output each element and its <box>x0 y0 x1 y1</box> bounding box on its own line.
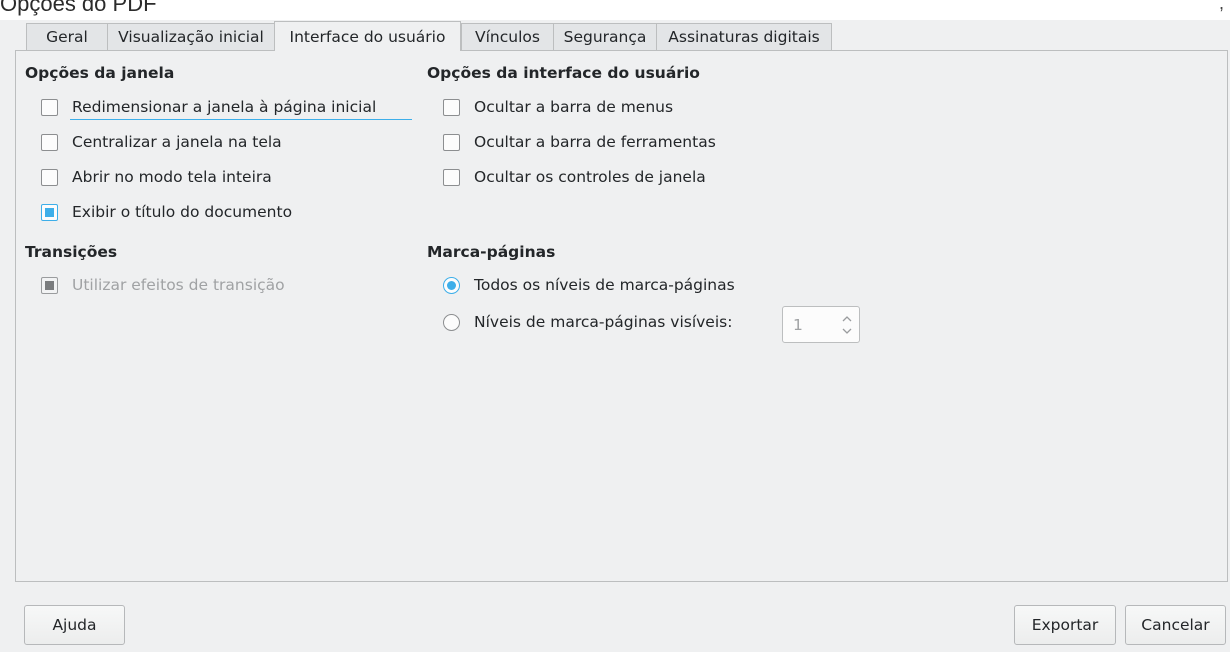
visible-bookmark-levels-label: Níveis de marca-páginas visíveis: <box>474 313 733 331</box>
transitions-title: Transições <box>25 243 118 261</box>
resize-window-label: Redimensionar a janela à página inicial <box>72 98 377 116</box>
tab-geral[interactable]: Geral <box>26 23 107 50</box>
bookmark-levels-spinbox: 1 <box>782 306 860 343</box>
center-window-label: Centralizar a janela na tela <box>72 133 282 151</box>
title-bar: Opções do PDF , <box>0 0 1230 20</box>
focus-indicator <box>70 119 412 120</box>
tab-visualizacao-inicial[interactable]: Visualização inicial <box>107 23 274 50</box>
all-bookmark-levels-option[interactable]: Todos os níveis de marca-páginas <box>443 273 735 297</box>
checkbox[interactable] <box>443 133 460 151</box>
checkbox[interactable] <box>443 98 460 116</box>
tab-label: Vínculos <box>475 28 540 46</box>
spin-arrows-icon <box>841 313 853 337</box>
tab-label: Geral <box>46 28 88 46</box>
help-button[interactable]: Ajuda <box>24 605 125 645</box>
hide-menubar-label: Ocultar a barra de menus <box>474 98 674 116</box>
checkbox[interactable] <box>41 168 58 186</box>
checkbox-checked[interactable] <box>41 203 58 221</box>
show-doc-title-option[interactable]: Exibir o título do documento <box>41 200 292 224</box>
center-window-option[interactable]: Centralizar a janela na tela <box>41 130 282 154</box>
help-button-label: Ajuda <box>52 616 97 634</box>
checkbox-disabled <box>41 276 58 294</box>
export-button-label: Exportar <box>1031 616 1099 634</box>
window-title: Opções do PDF <box>0 0 157 16</box>
hide-menubar-option[interactable]: Ocultar a barra de menus <box>443 95 673 119</box>
hide-toolbar-label: Ocultar a barra de ferramentas <box>474 133 716 151</box>
radio[interactable] <box>443 313 460 331</box>
checkbox[interactable] <box>443 168 460 186</box>
tab-seguranca[interactable]: Segurança <box>553 23 656 50</box>
spinbox-value: 1 <box>793 316 803 334</box>
all-bookmark-levels-label: Todos os níveis de marca-páginas <box>474 276 735 294</box>
tab-assinaturas-digitais[interactable]: Assinaturas digitais <box>656 23 832 50</box>
tab-label: Visualização inicial <box>118 28 264 46</box>
fullscreen-label: Abrir no modo tela inteira <box>72 168 272 186</box>
fullscreen-option[interactable]: Abrir no modo tela inteira <box>41 165 272 189</box>
ui-options-title: Opções da interface do usuário <box>427 64 700 82</box>
show-doc-title-label: Exibir o título do documento <box>72 203 293 221</box>
tab-label: Segurança <box>563 28 647 46</box>
hide-window-controls-option[interactable]: Ocultar os controles de janela <box>443 165 706 189</box>
checkbox[interactable] <box>41 98 58 116</box>
tab-label: Interface do usuário <box>289 27 446 46</box>
checkbox[interactable] <box>41 133 58 151</box>
window-options-title: Opções da janela <box>25 64 175 82</box>
cancel-button-label: Cancelar <box>1141 616 1210 634</box>
tab-label: Assinaturas digitais <box>668 28 820 46</box>
tab-bar: Geral Visualização inicial Interface do … <box>26 21 832 51</box>
transition-effects-label: Utilizar efeitos de transição <box>72 276 285 294</box>
resize-window-option[interactable]: Redimensionar a janela à página inicial <box>41 95 376 119</box>
export-button[interactable]: Exportar <box>1014 605 1116 645</box>
tab-vinculos[interactable]: Vínculos <box>461 23 553 50</box>
hide-toolbar-option[interactable]: Ocultar a barra de ferramentas <box>443 130 716 154</box>
title-corner-mark: , <box>1218 0 1224 13</box>
visible-bookmark-levels-option[interactable]: Níveis de marca-páginas visíveis: <box>443 310 732 334</box>
cancel-button[interactable]: Cancelar <box>1125 605 1226 645</box>
tab-interface-do-usuario[interactable]: Interface do usuário <box>274 21 461 51</box>
radio-selected[interactable] <box>443 276 460 294</box>
transition-effects-option: Utilizar efeitos de transição <box>41 273 285 297</box>
hide-window-controls-label: Ocultar os controles de janela <box>474 168 706 186</box>
bookmarks-title: Marca-páginas <box>427 243 556 261</box>
